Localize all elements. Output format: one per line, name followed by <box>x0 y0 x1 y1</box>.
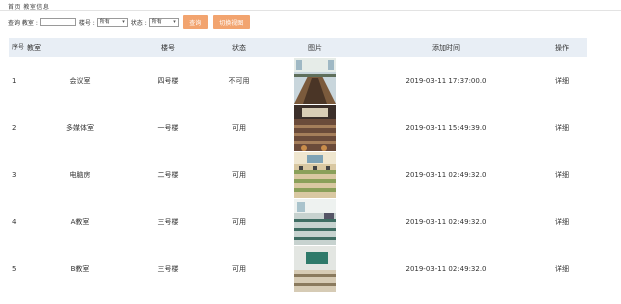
row-index: 5 <box>12 264 17 273</box>
row-add-time: 2019-03-11 17:37:00.0 <box>405 76 487 85</box>
row-building: 一号楼 <box>157 123 179 132</box>
row-detail-link[interactable]: 详细 <box>537 198 587 245</box>
row-detail-link[interactable]: 详细 <box>537 57 587 104</box>
switch-view-button[interactable]: 切换视图 <box>212 15 250 29</box>
header-image: 图片 <box>275 38 355 57</box>
row-image-cell <box>275 151 355 198</box>
row-image-cell <box>275 245 355 292</box>
header-action: 操作 <box>537 38 587 57</box>
row-status: 可用 <box>232 170 246 179</box>
row-image-cell <box>275 198 355 245</box>
status-select[interactable]: 所有 ▾ <box>148 17 179 27</box>
row-image-cell <box>275 57 355 104</box>
building-select[interactable]: 所有 ▾ <box>96 17 128 27</box>
row-add-time: 2019-03-11 02:49:32.0 <box>405 264 487 273</box>
row-detail-link[interactable]: 详细 <box>537 104 587 151</box>
table-row: 5 B教室 三号楼 可用 2019-03-11 02:49:32.0 详细 <box>9 245 587 292</box>
row-classroom: A教室 <box>70 217 90 226</box>
classroom-photo[interactable] <box>294 104 336 151</box>
row-add-time: 2019-03-11 02:49:32.0 <box>405 217 487 226</box>
row-classroom: 电脑房 <box>69 170 91 179</box>
divider <box>0 10 621 11</box>
chevron-down-icon: ▾ <box>173 18 176 25</box>
row-building: 三号楼 <box>157 264 179 273</box>
building-label: 楼号 : <box>78 19 95 27</box>
header-classroom: 教室 <box>27 38 133 57</box>
row-status: 不可用 <box>228 76 250 85</box>
row-classroom: 多媒体室 <box>66 123 94 132</box>
classroom-photo[interactable] <box>294 245 336 292</box>
classroom-photo[interactable] <box>294 57 336 104</box>
table-row: 3 电脑房 二号楼 可用 2019-03-11 02:49:32.0 详细 <box>9 151 587 198</box>
query-button[interactable]: 查询 <box>182 15 208 29</box>
row-status: 可用 <box>232 217 246 226</box>
table-row: 1 会议室 四号楼 不可用 2019-03-11 17:37:00.0 详细 <box>9 57 587 104</box>
row-index: 1 <box>12 76 17 85</box>
row-index: 3 <box>12 170 17 179</box>
row-building: 四号楼 <box>157 76 179 85</box>
classroom-photo[interactable] <box>294 151 336 198</box>
row-detail-link[interactable]: 详细 <box>537 151 587 198</box>
classroom-label: 查询 教室 : <box>8 19 38 27</box>
status-label: 状态 : <box>130 19 147 27</box>
table-header-row: 序号 教室 楼号 状态 图片 添加时间 操作 <box>9 38 587 57</box>
header-add-time: 添加时间 <box>355 38 537 57</box>
classroom-search-input[interactable] <box>39 18 76 26</box>
classroom-photo[interactable] <box>294 198 336 245</box>
header-building: 楼号 <box>133 38 203 57</box>
classroom-table: 序号 教室 楼号 状态 图片 添加时间 操作 1 会议室 四号楼 不可用 201… <box>9 38 587 292</box>
row-add-time: 2019-03-11 15:49:39.0 <box>405 123 487 132</box>
header-index: 序号 <box>9 38 27 57</box>
row-index: 2 <box>12 123 17 132</box>
row-index: 4 <box>12 217 17 226</box>
row-image-cell <box>275 104 355 151</box>
row-add-time: 2019-03-11 02:49:32.0 <box>405 170 487 179</box>
row-classroom: 会议室 <box>69 76 91 85</box>
table-row: 4 A教室 三号楼 可用 2019-03-11 02:49:32.0 详细 <box>9 198 587 245</box>
row-detail-link[interactable]: 详细 <box>537 245 587 292</box>
header-status: 状态 <box>203 38 275 57</box>
row-status: 可用 <box>232 123 246 132</box>
row-building: 二号楼 <box>157 170 179 179</box>
row-building: 三号楼 <box>157 217 179 226</box>
chevron-down-icon: ▾ <box>122 18 125 25</box>
search-toolbar: 查询 教室 : 楼号 : 所有 ▾ 状态 : 所有 ▾ 查询 切换视图 <box>8 15 250 29</box>
row-status: 可用 <box>232 264 246 273</box>
row-classroom: B教室 <box>70 264 90 273</box>
building-selected-value: 所有 <box>99 18 110 25</box>
table-row: 2 多媒体室 一号楼 可用 2019-03-11 15:49:39.0 详细 <box>9 104 587 151</box>
status-selected-value: 所有 <box>151 18 162 25</box>
